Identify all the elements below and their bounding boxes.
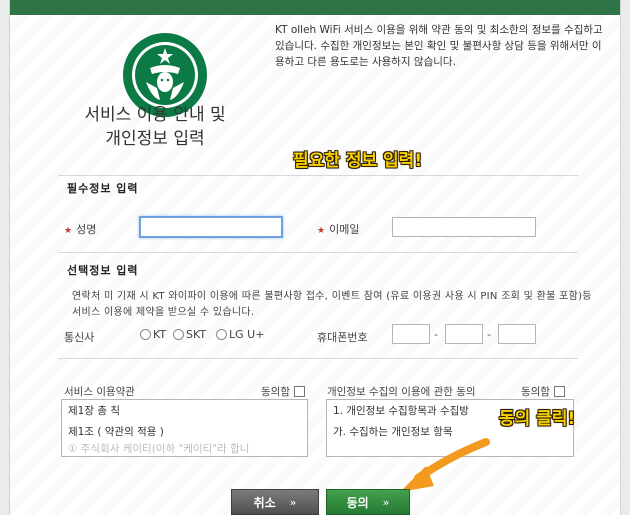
required-section-title: 필수정보 입력 xyxy=(67,182,139,195)
top-bar xyxy=(10,0,620,15)
intro-text: KT olleh WiFi 서비스 이용을 위해 약관 동의 및 최소한의 정보… xyxy=(275,24,603,68)
privacy-agree-label: 동의함 xyxy=(521,386,550,398)
carrier-radio-kt[interactable]: KT xyxy=(140,328,166,341)
carrier-lgu-label: LG U+ xyxy=(229,328,265,341)
privacy-terms-label: 개인정보 수집의 이용에 관한 동의 xyxy=(327,386,476,398)
radio-circle[interactable] xyxy=(140,329,151,340)
radio-circle[interactable] xyxy=(173,329,184,340)
annotation-enter-info: 필요한 정보 입력! xyxy=(293,151,423,171)
name-label: ★ 성명 xyxy=(64,221,96,237)
divider xyxy=(58,358,578,359)
chevron-right-icon: » xyxy=(289,495,297,509)
annotation-click-agree: 동의 클릭! xyxy=(499,409,576,429)
agree-label: 동의 xyxy=(346,495,369,510)
terms-line: 제1조 ( 약관의 적용 ) xyxy=(68,426,164,438)
phone-dash: - xyxy=(434,328,438,341)
terms-line: 제1장 총 칙 xyxy=(68,405,120,417)
radio-circle[interactable] xyxy=(216,329,227,340)
divider xyxy=(58,252,578,253)
carrier-label: 통신사 xyxy=(64,331,95,344)
carrier-kt-label: KT xyxy=(153,328,167,341)
privacy-agree-checkbox[interactable] xyxy=(553,386,565,397)
carrier-radio-skt[interactable]: SKT xyxy=(173,328,206,341)
email-label-text: 이메일 xyxy=(329,223,360,236)
email-input[interactable] xyxy=(392,217,536,237)
agree-button[interactable]: 동의 » xyxy=(326,489,410,515)
service-terms-label: 서비스 이용약관 xyxy=(64,386,135,398)
page-title: 서비스 이용 안내 및 개인정보 입력 xyxy=(84,105,226,149)
required-star-icon: ★ xyxy=(64,226,73,236)
phone-input-1[interactable] xyxy=(392,324,430,344)
chevron-right-icon: » xyxy=(382,495,390,509)
consent-page: 서비스 이용 안내 및 개인정보 입력 KT olleh WiFi 서비스 이용… xyxy=(9,0,621,515)
phone-dash: - xyxy=(487,328,491,341)
optional-section-title: 선택정보 입력 xyxy=(67,264,139,277)
name-label-text: 성명 xyxy=(76,223,97,236)
contact-notice: 연락처 미 기재 시 KT 와이파이 이용에 따른 불편사항 접수, 이벤트 참… xyxy=(72,291,592,318)
carrier-skt-label: SKT xyxy=(186,328,207,341)
phone-label: 휴대폰번호 xyxy=(317,331,368,344)
privacy-terms-agree[interactable]: 동의함 xyxy=(521,384,565,399)
divider xyxy=(58,175,578,176)
phone-input-3[interactable] xyxy=(498,324,536,344)
service-terms-box[interactable]: 제1장 총 칙 제1조 ( 약관의 적용 ) ① 주식회사 케이티(이하 "케이… xyxy=(61,399,308,457)
terms-line: ① 주식회사 케이티(이하 "케이티"라 합니 xyxy=(68,443,250,455)
required-star-icon: ★ xyxy=(317,226,326,236)
cancel-label: 취소 xyxy=(253,495,276,510)
service-agree-checkbox[interactable] xyxy=(293,386,305,397)
service-terms-agree[interactable]: 동의함 xyxy=(261,384,305,399)
phone-input-2[interactable] xyxy=(445,324,483,344)
email-label: ★ 이메일 xyxy=(317,221,359,237)
cancel-button[interactable]: 취소 » xyxy=(231,489,319,515)
carrier-radio-lgu[interactable]: LG U+ xyxy=(216,328,264,341)
name-input[interactable] xyxy=(139,216,283,238)
service-agree-label: 동의함 xyxy=(261,386,290,398)
